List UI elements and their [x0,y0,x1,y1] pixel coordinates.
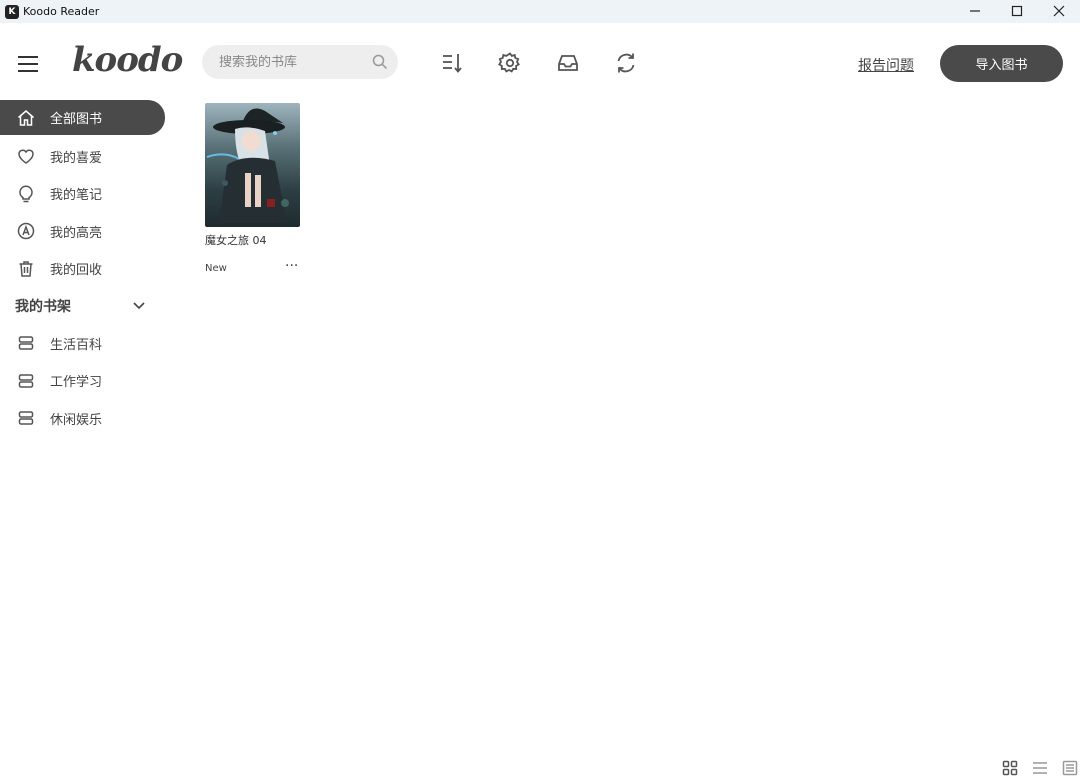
sidebar-item-favorites[interactable]: 我的喜爱 [0,138,170,176]
shelf-header-label: 我的书架 [15,299,71,315]
list-view-icon[interactable] [1032,760,1048,776]
report-issue-link[interactable]: 报告问题 [858,55,914,75]
lightbulb-icon [16,184,36,204]
sidebar-item-label: 我的高亮 [50,225,103,241]
menu-button[interactable] [17,54,39,74]
highlight-icon [16,221,36,241]
minimize-icon [970,9,980,12]
sidebar-shelf-work[interactable]: 工作学习 [0,362,170,400]
sidebar-item-all-books[interactable]: 全部图书 [0,100,165,135]
maximize-button[interactable] [996,0,1038,21]
grid-view-icon[interactable] [1002,760,1018,776]
sync-button[interactable] [613,50,639,76]
cover-illustration [206,108,289,223]
sidebar-item-label: 我的喜爱 [50,150,103,166]
sidebar-item-trash[interactable]: 我的回收 [0,250,170,288]
book-cover[interactable] [205,103,300,227]
close-button[interactable] [1038,0,1080,21]
new-badge: New [205,263,227,274]
sync-icon [617,53,635,73]
close-icon [1053,5,1065,16]
sidebar-item-label: 我的笔记 [50,188,103,204]
minimize-button[interactable] [954,0,996,21]
shelf-icon [16,371,36,391]
search-icon[interactable] [372,54,388,70]
search-box [202,45,398,79]
sidebar-item-label: 全部图书 [50,112,103,127]
sidebar-item-highlights[interactable]: 我的高亮 [0,213,170,251]
sidebar-shelf-label: 生活百科 [50,337,103,353]
sidebar-shelf-life[interactable]: 生活百科 [0,325,170,363]
settings-icon [498,52,520,73]
sidebar-item-notes[interactable]: 我的笔记 [0,175,170,213]
sidebar-shelf-leisure[interactable]: 休闲娱乐 [0,400,170,438]
sort-icon [443,54,462,73]
window-title: Koodo Reader [23,5,100,18]
settings-button[interactable] [497,50,523,76]
sidebar-item-label: 我的回收 [50,263,103,279]
app-icon: K [5,4,19,19]
import-books-button[interactable]: 导入图书 [940,45,1063,82]
chevron-down-icon[interactable] [132,301,146,311]
detail-view-icon[interactable] [1062,760,1078,776]
hamburger-icon [18,56,38,72]
inbox-icon [558,55,578,71]
heart-icon [16,146,36,166]
home-icon [16,108,36,128]
app-logo: koodo [72,40,183,80]
sort-button[interactable] [439,50,465,76]
shelf-header[interactable]: 我的书架 [0,288,170,325]
trash-icon [16,259,36,279]
title-bar: K Koodo Reader [0,0,1080,23]
search-input[interactable] [219,54,359,70]
book-card[interactable]: 魔女之旅 04 New ··· [205,103,301,274]
maximize-icon [1011,5,1023,16]
inbox-button[interactable] [555,50,581,76]
sidebar-shelf-label: 休闲娱乐 [50,412,103,428]
shelf-icon [16,333,36,353]
book-more-button[interactable]: ··· [285,258,298,274]
book-title: 魔女之旅 04 [205,234,267,247]
shelf-icon [16,408,36,428]
view-mode-switcher [1002,760,1080,776]
sidebar-shelf-label: 工作学习 [50,375,103,391]
sidebar: 全部图书 我的喜爱 我的笔记 我的高亮 我的回收 我的书架 生活百科 工作学习 … [0,100,170,437]
window-controls [954,0,1080,23]
